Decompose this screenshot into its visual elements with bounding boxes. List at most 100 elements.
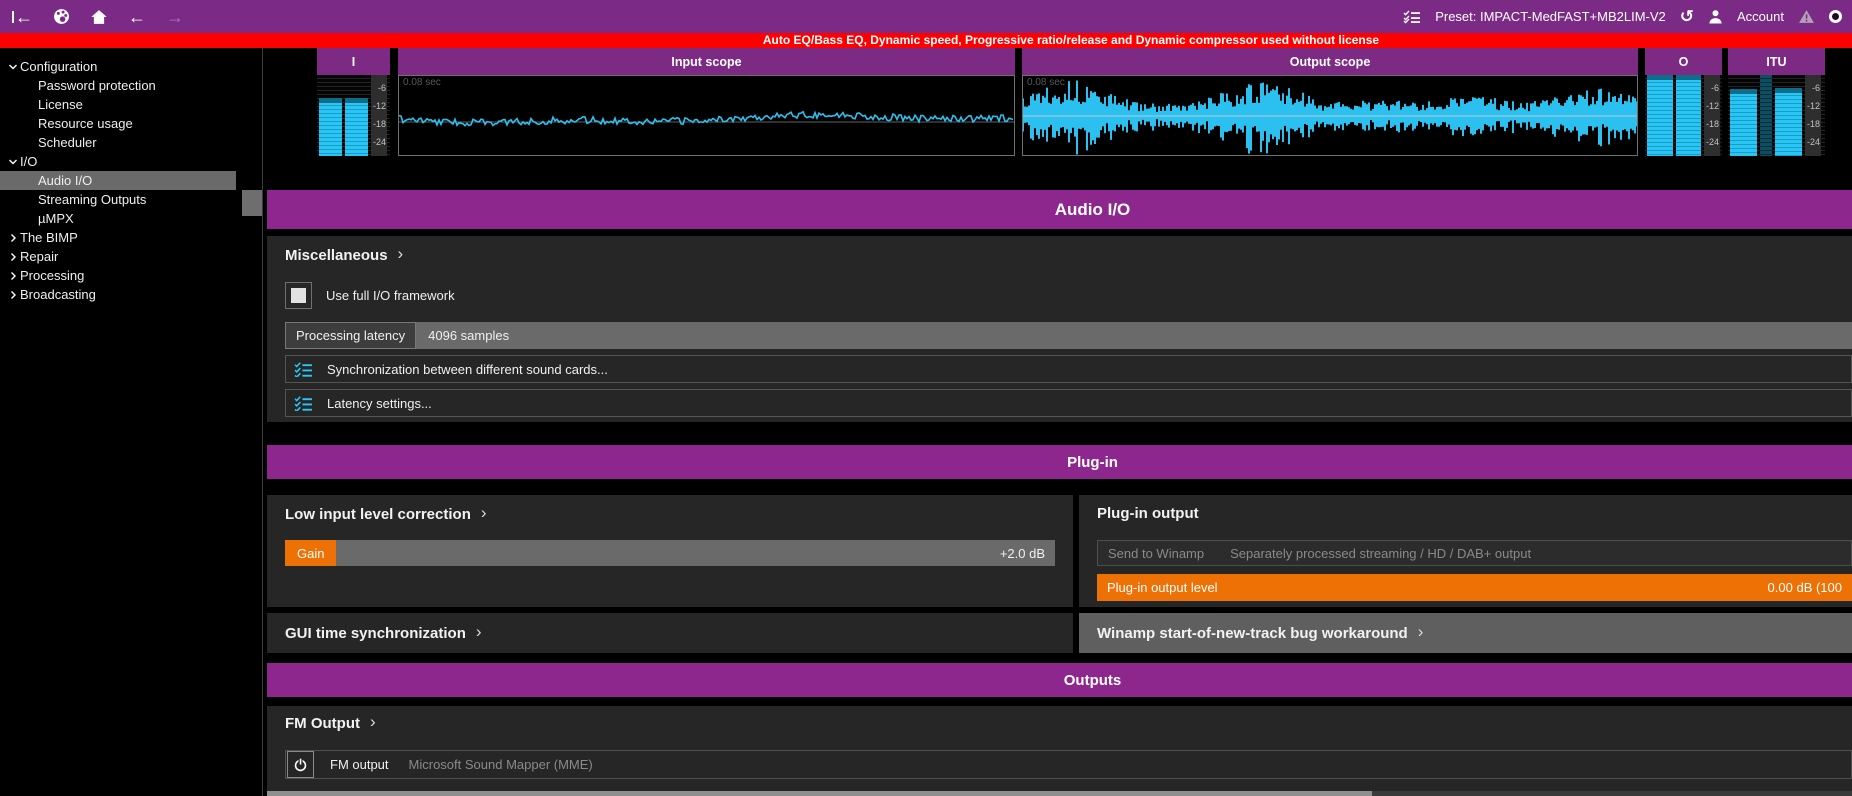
use-full-io-label: Use full I/O framework	[326, 288, 455, 303]
checklist-icon	[294, 396, 313, 411]
preset-label[interactable]: Preset: IMPACT-MedFAST+MB2LIM-V2	[1435, 9, 1666, 24]
chevron-right-icon	[6, 233, 20, 243]
output-level-meter: O -6-12-18-24	[1645, 48, 1722, 156]
sidebar-item-scheduler[interactable]: Scheduler	[0, 133, 236, 152]
chevron-right-icon	[6, 290, 20, 300]
sidebar-item-streaming-outputs[interactable]: Streaming Outputs	[0, 190, 236, 209]
fm-output-heading[interactable]: FM Output›	[285, 714, 376, 732]
sidebar-item-label: Streaming Outputs	[38, 192, 146, 207]
collapse-left-icon[interactable]: ←	[12, 7, 33, 27]
record-ring-icon[interactable]	[1829, 7, 1842, 27]
send-to-winamp-value: Separately processed streaming / HD / DA…	[1230, 546, 1531, 561]
plugin-output-heading: Plug-in output	[1097, 505, 1199, 522]
scope-time-label: 0.08 sec	[1027, 77, 1065, 88]
fm-output-device: Microsoft Sound Mapper (MME)	[409, 757, 593, 772]
chevron-right-icon	[6, 252, 20, 262]
home-icon[interactable]	[90, 7, 108, 27]
sidebar-item-processing[interactable]: Processing	[0, 266, 236, 285]
send-to-winamp-row[interactable]: Send to Winamp Separately processed stre…	[1097, 540, 1852, 566]
horizontal-scrollbar-thumb[interactable]	[267, 791, 1372, 796]
gui-time-sync-heading[interactable]: GUI time synchronization›	[285, 613, 482, 653]
latency-settings-button[interactable]: Latency settings...	[285, 389, 1852, 417]
gain-slider[interactable]: Gain +2.0 dB	[285, 540, 1055, 566]
chevron-right-icon	[6, 271, 20, 281]
sidebar-item-i-o[interactable]: I/O	[0, 152, 236, 171]
page-title: Audio I/O	[1055, 200, 1131, 220]
meter-mid-column	[1760, 75, 1772, 156]
chevron-right-icon: ›	[398, 244, 404, 264]
winamp-workaround-heading[interactable]: Winamp start-of-new-track bug workaround…	[1097, 613, 1423, 653]
miscellaneous-heading[interactable]: Miscellaneous›	[285, 246, 403, 264]
meter-scale: -6-12-18-24	[1704, 75, 1720, 156]
processing-latency-label: Processing latency	[285, 322, 416, 349]
warning-icon	[1798, 7, 1815, 27]
gui-time-sync-card: GUI time synchronization›	[267, 613, 1073, 653]
send-to-winamp-label: Send to Winamp	[1108, 546, 1204, 561]
account-label[interactable]: Account	[1737, 9, 1784, 24]
output-meter-title: O	[1645, 48, 1722, 75]
meter-scale: -6-12-18-24	[371, 75, 387, 156]
sidebar-item-label: Scheduler	[38, 135, 97, 150]
preset-list-icon	[1403, 7, 1421, 27]
itu-meter-title: ITU	[1728, 48, 1825, 75]
sync-sound-cards-button[interactable]: Synchronization between different sound …	[285, 355, 1852, 383]
input-scope: Input scope 0.08 sec	[398, 48, 1015, 156]
sidebar-item-license[interactable]: License	[0, 95, 236, 114]
plugin-output-card: Plug-in output Send to Winamp Separately…	[1079, 495, 1852, 607]
plugin-section-banner: Plug-in	[267, 445, 1852, 479]
sidebar-item-audio-i-o[interactable]: Audio I/O	[0, 171, 236, 190]
fm-output-card: FM Output› FM output Microsoft Sound Map…	[267, 706, 1852, 791]
license-warning-banner: Auto EQ/Bass EQ, Dynamic speed, Progress…	[0, 33, 1852, 48]
scope-waveform	[1023, 76, 1637, 155]
meter-bar	[1676, 75, 1702, 156]
checklist-icon	[294, 362, 313, 377]
chevron-down-icon	[6, 157, 20, 166]
plugin-output-level-value: 0.00 dB (100	[1768, 580, 1842, 595]
chevron-right-icon: ›	[370, 712, 376, 732]
input-level-meter: I -6-12-18-24	[317, 48, 390, 156]
low-input-level-heading[interactable]: Low input level correction›	[285, 505, 487, 523]
output-scope-title: Output scope	[1022, 48, 1638, 75]
sidebar-item-label: Repair	[20, 249, 58, 264]
sidebar-item-label: I/O	[20, 154, 37, 169]
use-full-io-checkbox[interactable]	[285, 282, 312, 309]
chevron-down-icon	[6, 62, 20, 71]
output-scope: Output scope 0.08 sec	[1022, 48, 1638, 156]
power-icon	[293, 757, 308, 772]
sidebar-item-resource-usage[interactable]: Resource usage	[0, 114, 236, 133]
forward-icon[interactable]: →	[166, 7, 184, 27]
itu-loudness-meter: ITU -6-12-18-24	[1728, 48, 1825, 156]
checkbox-box	[291, 288, 306, 303]
gain-label: Gain	[285, 540, 336, 566]
sidebar-item-label: µMPX	[38, 211, 74, 226]
sidebar-item-label: Audio I/O	[38, 173, 92, 188]
back-icon[interactable]: ←	[128, 7, 146, 27]
scope-waveform	[399, 76, 1014, 155]
sidebar-item--mpx[interactable]: µMPX	[0, 209, 236, 228]
fm-output-label: FM output	[330, 757, 389, 772]
palette-icon[interactable]	[53, 7, 70, 27]
undo-icon[interactable]: ↺	[1680, 7, 1694, 27]
fm-output-power-button[interactable]	[287, 751, 314, 778]
sidebar-item-configuration[interactable]: Configuration	[0, 57, 236, 76]
sidebar-item-label: The BIMP	[20, 230, 78, 245]
chevron-right-icon: ›	[1418, 622, 1424, 642]
plugin-output-level-label: Plug-in output level	[1107, 580, 1218, 595]
sidebar-item-label: Processing	[20, 268, 84, 283]
sidebar-item-the-bimp[interactable]: The BIMP	[0, 228, 236, 247]
input-scope-title: Input scope	[398, 48, 1015, 75]
sidebar-item-label: Broadcasting	[20, 287, 96, 302]
sidebar-item-broadcasting[interactable]: Broadcasting	[0, 285, 236, 304]
chevron-right-icon: ›	[481, 503, 487, 523]
scope-time-label: 0.08 sec	[403, 77, 441, 88]
meter-bar	[1775, 75, 1802, 156]
plugin-output-level-slider[interactable]: Plug-in output level 0.00 dB (100	[1097, 574, 1852, 601]
processing-latency-row[interactable]: Processing latency 4096 samples	[285, 322, 1852, 349]
fm-output-device-row[interactable]: FM output Microsoft Sound Mapper (MME)	[285, 750, 1852, 779]
sidebar-item-password-protection[interactable]: Password protection	[0, 76, 236, 95]
sidebar-item-repair[interactable]: Repair	[0, 247, 236, 266]
meter-scale: -6-12-18-24	[1805, 75, 1821, 156]
meter-bar	[1647, 75, 1673, 156]
vertical-scrollbar-thumb[interactable]	[242, 190, 262, 216]
user-icon[interactable]	[1708, 7, 1723, 27]
